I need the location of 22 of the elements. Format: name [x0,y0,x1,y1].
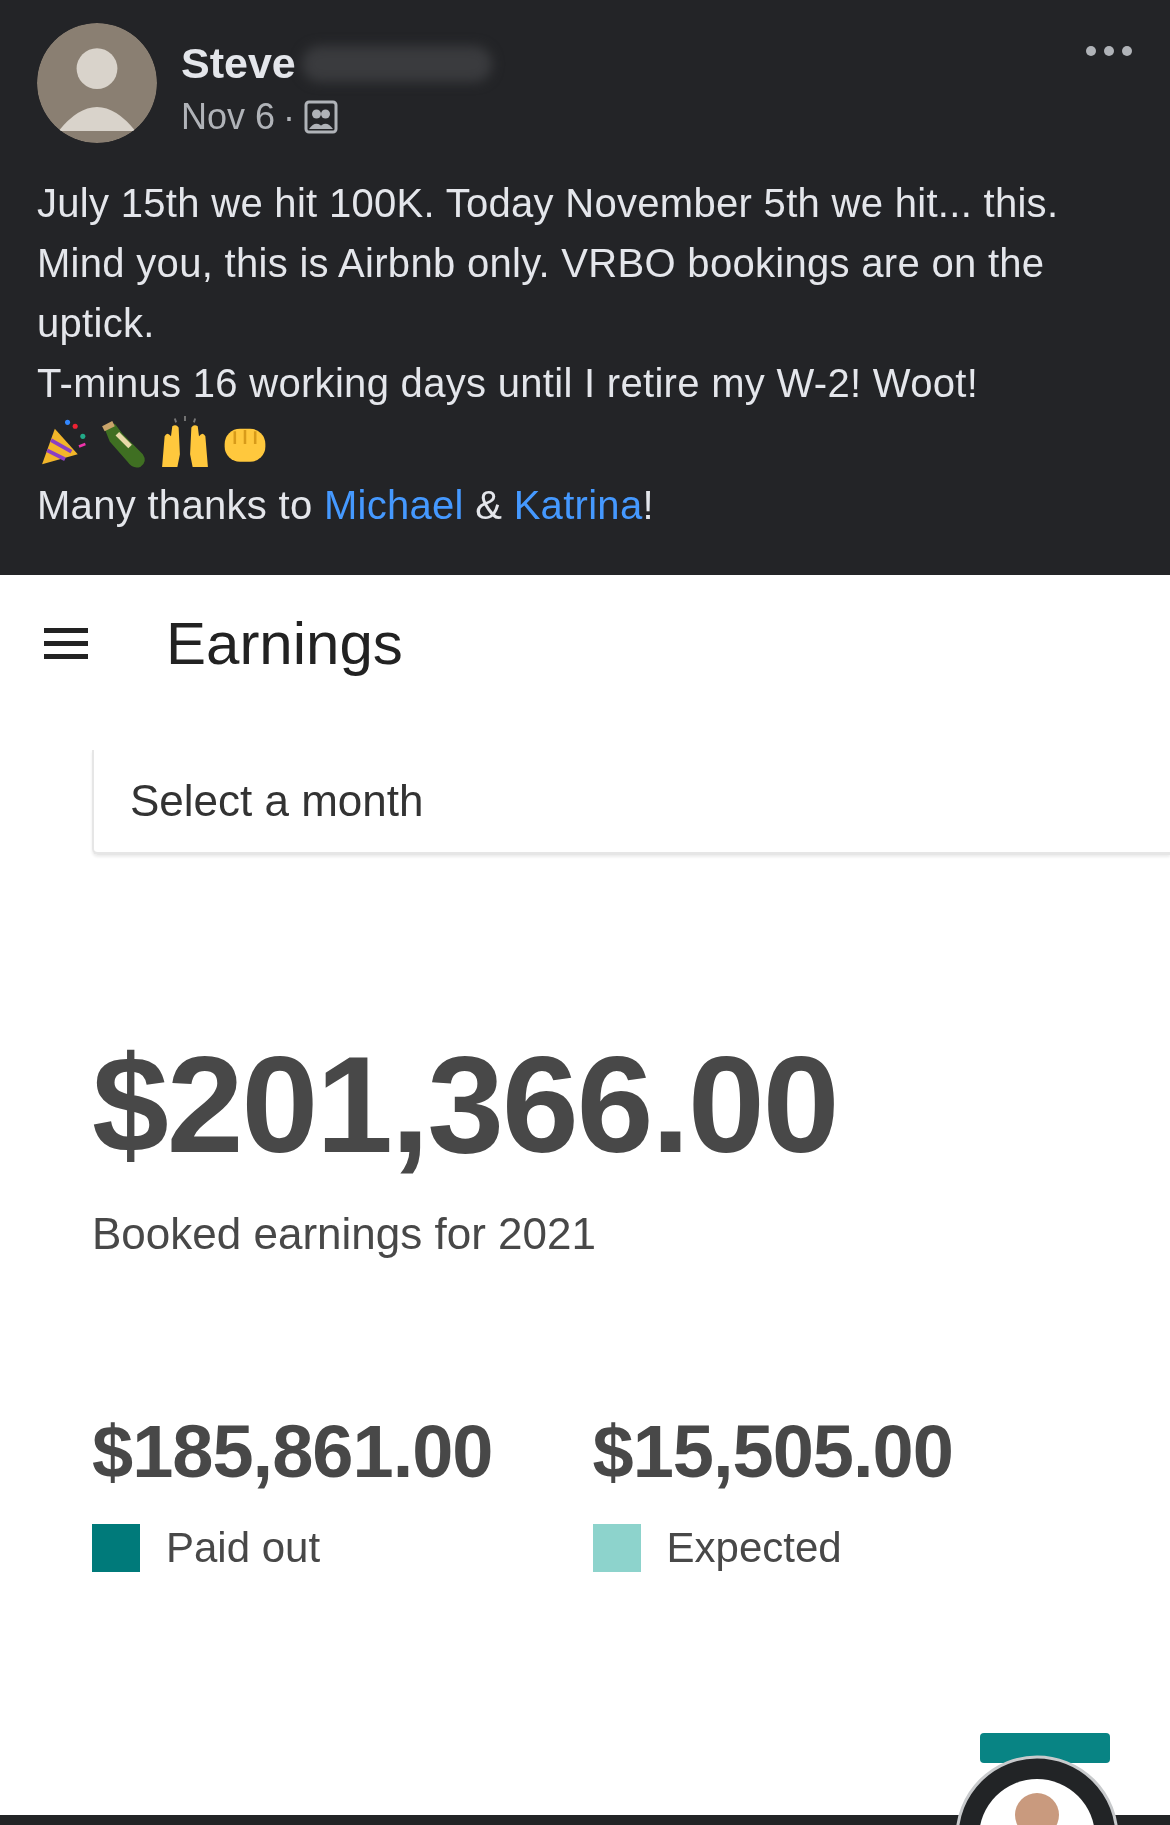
page-title: Earnings [166,609,403,678]
month-select[interactable]: Select a month [92,750,1170,855]
mention-link[interactable]: Michael [323,483,464,527]
legend-label: Paid out [166,1524,321,1572]
author-name[interactable]: Steve [181,39,296,88]
action-button[interactable] [980,1733,1110,1763]
post-text: Many thanks to Michael & Katrina! [37,482,655,529]
chat-head-avatar[interactable] [955,1755,1119,1825]
friends-icon [303,99,340,135]
post-text: T-minus 16 working days until I retire my W-2! Woot! [37,360,980,407]
mention-link[interactable]: Katrina [513,483,643,527]
amount: $15,505.00 [592,1409,953,1494]
legend-label: Expected [666,1524,842,1572]
total-caption: Booked earnings for 2021 [92,1209,597,1259]
post-text: July 15th we hit 100K. Today November 5th we hit... this. Mind you, this is Airbnb only. VRBO bookings are on the uptick. [37,180,1060,347]
amount: $185,861.00 [92,1409,493,1494]
avatar[interactable] [37,23,157,143]
separator-dot: · [283,96,296,138]
more-options-icon[interactable] [1085,45,1133,57]
total-amount: $201,366.00 [92,1026,839,1183]
menu-icon[interactable] [44,627,88,660]
post-date[interactable]: Nov 6 [181,96,276,138]
